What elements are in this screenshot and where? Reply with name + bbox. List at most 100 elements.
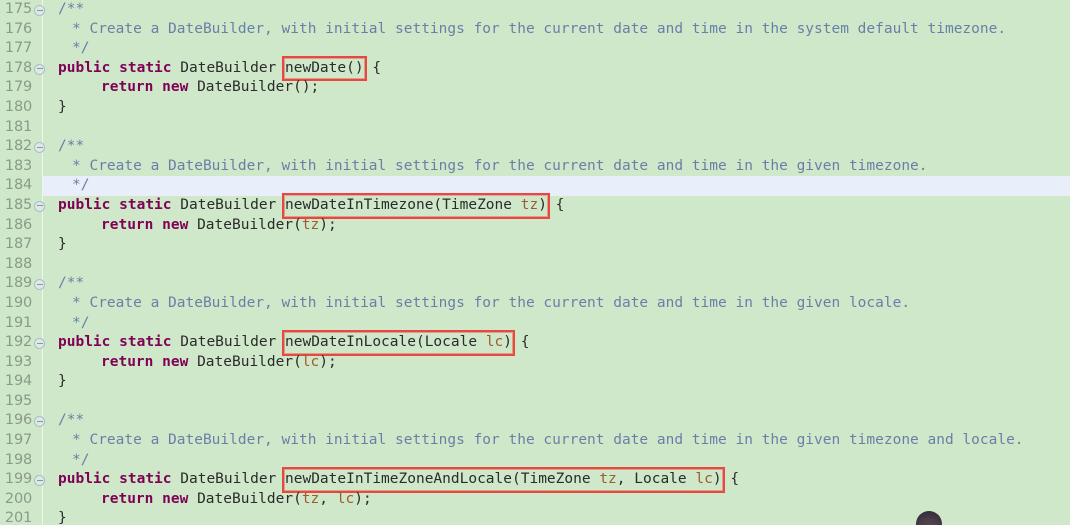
code-text: /**	[58, 0, 84, 20]
comment-token: * Create a DateBuilder, with initial set…	[72, 20, 1007, 37]
code-line-191[interactable]: 191 */	[0, 314, 1070, 334]
code-line-196[interactable]: 196 /**	[0, 411, 1070, 431]
type-datebuilder: DateBuilder	[180, 471, 277, 488]
line-number: 178	[4, 59, 32, 76]
code-line-190[interactable]: 190 * Create a DateBuilder, with initial…	[0, 294, 1070, 314]
code-line-177[interactable]: 177 */	[0, 39, 1070, 59]
code-line-199[interactable]: 199 public static DateBuilder newDateInT…	[0, 467, 1070, 493]
fold-toggle-icon[interactable]	[34, 416, 45, 428]
line-number: 199	[4, 471, 32, 488]
keyword-static: static	[119, 196, 172, 213]
code-text: return new DateBuilder(lc);	[101, 353, 337, 373]
fold-toggle-icon[interactable]	[34, 338, 45, 350]
param-tz: tz	[301, 216, 320, 233]
line-number: 179	[4, 79, 32, 96]
line-number: 183	[4, 157, 32, 174]
line-number: 189	[4, 275, 32, 292]
code-line-185[interactable]: 185 public static DateBuilder newDateInT…	[0, 192, 1070, 219]
code-line-181[interactable]: 181	[0, 118, 1070, 138]
code-text: * Create a DateBuilder, with initial set…	[72, 157, 928, 177]
line-number: 198	[4, 451, 32, 468]
code-line-200[interactable]: 200 return new DateBuilder(tz, lc);	[0, 490, 1070, 510]
keyword-return: return	[101, 216, 154, 233]
code-line-184-current[interactable]: 184 */	[0, 176, 1070, 196]
fold-toggle-icon[interactable]	[34, 200, 45, 212]
code-line-198[interactable]: 198 */	[0, 451, 1070, 471]
code-line-197[interactable]: 197 * Create a DateBuilder, with initial…	[0, 431, 1070, 451]
fold-toggle-icon[interactable]	[34, 63, 45, 75]
paren-close: )	[503, 334, 513, 351]
paren-close: )	[712, 471, 722, 488]
line-number: 190	[4, 294, 32, 311]
code-line-180[interactable]: 180 }	[0, 98, 1070, 118]
keyword-new: new	[162, 353, 189, 370]
code-line-175[interactable]: 175 /**	[0, 0, 1070, 20]
keyword-public: public	[58, 471, 111, 488]
paren-open: (	[415, 334, 425, 351]
comment-token: * Create a DateBuilder, with initial set…	[72, 294, 911, 311]
code-text: * Create a DateBuilder, with initial set…	[72, 294, 910, 314]
param-lc: lc	[695, 471, 713, 488]
code-text: return new DateBuilder();	[101, 78, 319, 98]
keyword-static: static	[119, 334, 172, 351]
code-line-179[interactable]: 179 return new DateBuilder();	[0, 78, 1070, 98]
param-tz: tz	[301, 490, 320, 507]
paren-open: (	[433, 196, 443, 213]
code-text: }	[58, 235, 67, 255]
code-line-178[interactable]: 178 public static DateBuilder newDate() …	[0, 55, 1070, 82]
code-text: */	[72, 176, 89, 196]
param-tz: tz	[520, 196, 539, 213]
paren-close: );	[354, 490, 372, 507]
paren-close: );	[319, 353, 337, 370]
fold-toggle-icon[interactable]	[34, 279, 45, 291]
code-editor-pane[interactable]: 175 /** 176 * Create a DateBuilder, with…	[0, 0, 1070, 525]
line-number: 175	[4, 1, 32, 17]
param-lc: lc	[336, 490, 355, 507]
paren-open: (	[293, 353, 302, 370]
fold-toggle-icon[interactable]	[34, 142, 45, 154]
line-number: 184	[4, 177, 32, 194]
type-datebuilder: DateBuilder	[180, 196, 277, 213]
call-parens: ();	[293, 79, 320, 96]
code-line-183[interactable]: 183 * Create a DateBuilder, with initial…	[0, 157, 1070, 177]
code-line-192[interactable]: 192 public static DateBuilder newDateInL…	[0, 330, 1070, 356]
brace-open: {	[372, 59, 382, 76]
keyword-new: new	[162, 216, 189, 233]
comment-token: /**	[58, 1, 85, 17]
type-locale: Locale	[634, 471, 687, 488]
code-text: */	[72, 39, 89, 59]
fold-toggle-icon[interactable]	[34, 475, 45, 487]
code-text: }	[58, 509, 67, 525]
line-number: 181	[4, 118, 32, 135]
fold-toggle-icon[interactable]	[34, 5, 45, 16]
type-datebuilder: DateBuilder	[197, 490, 294, 507]
code-line-201[interactable]: 201 }	[0, 509, 1070, 525]
line-number: 200	[4, 490, 32, 507]
keyword-public: public	[58, 196, 111, 213]
keyword-static: static	[119, 59, 172, 76]
code-line-194[interactable]: 194 }	[0, 372, 1070, 392]
method-name: newDate	[285, 59, 347, 76]
code-line-189[interactable]: 189 /**	[0, 274, 1070, 294]
paren-close: )	[538, 196, 547, 213]
code-line-187[interactable]: 187 }	[0, 235, 1070, 255]
brace-close: }	[58, 98, 67, 115]
code-line-195[interactable]: 195	[0, 392, 1070, 412]
line-number: 176	[4, 20, 32, 37]
code-line-176[interactable]: 176 * Create a DateBuilder, with initial…	[0, 20, 1070, 40]
code-line-188[interactable]: 188	[0, 255, 1070, 275]
code-line-182[interactable]: 182 /**	[0, 137, 1070, 157]
keyword-static: static	[119, 471, 172, 488]
code-line-193[interactable]: 193 return new DateBuilder(lc);	[0, 353, 1070, 373]
comment-token: /**	[58, 138, 85, 155]
comma: ,	[319, 490, 337, 507]
code-line-186[interactable]: 186 return new DateBuilder(tz);	[0, 216, 1070, 236]
